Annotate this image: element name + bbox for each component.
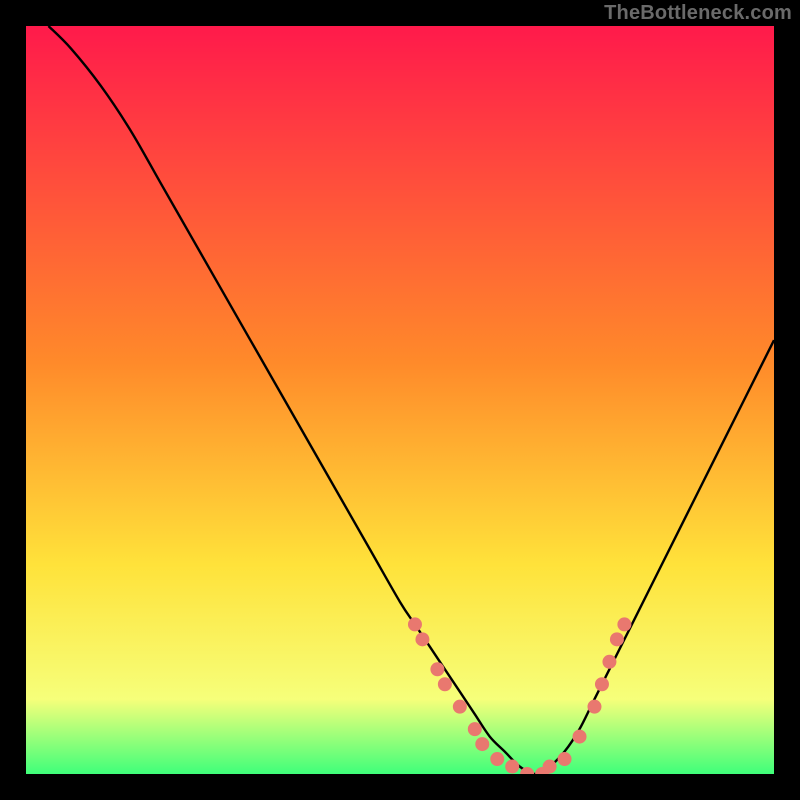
curve-marker <box>610 633 623 646</box>
curve-marker <box>543 760 556 773</box>
curve-marker <box>595 678 608 691</box>
curve-marker <box>573 730 586 743</box>
curve-marker <box>618 618 631 631</box>
curve-marker <box>603 655 616 668</box>
curve-marker <box>506 760 519 773</box>
curve-marker <box>468 723 481 736</box>
chart-frame <box>26 26 774 774</box>
curve-marker <box>431 663 444 676</box>
bottleneck-chart <box>26 26 774 774</box>
chart-background <box>26 26 774 774</box>
curve-marker <box>416 633 429 646</box>
curve-marker <box>491 753 504 766</box>
curve-marker <box>438 678 451 691</box>
curve-marker <box>588 700 601 713</box>
curve-marker <box>476 738 489 751</box>
curve-marker <box>453 700 466 713</box>
curve-marker <box>558 753 571 766</box>
curve-marker <box>408 618 421 631</box>
watermark-text: TheBottleneck.com <box>604 2 792 25</box>
